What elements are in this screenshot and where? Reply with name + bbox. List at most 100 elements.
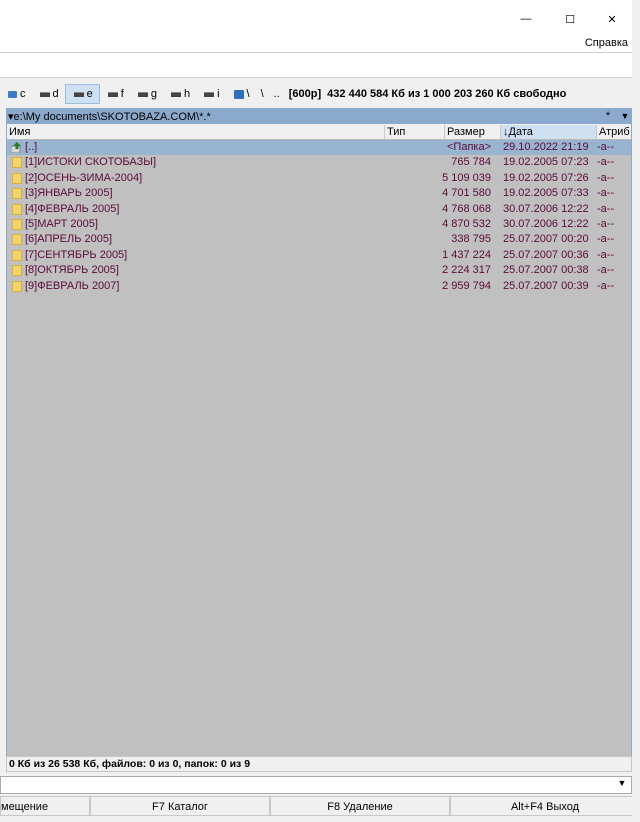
file-size: 4 768 068 (442, 202, 491, 215)
root-dir-button[interactable]: \ (256, 88, 269, 100)
file-size: 765 784 (451, 156, 491, 169)
drive-icon (8, 90, 17, 98)
file-date: 30.07.2006 12:22 (503, 202, 589, 215)
drive-button-c[interactable]: c (0, 84, 32, 104)
window-edge (632, 0, 640, 822)
folder-icon (12, 234, 22, 246)
command-line-input[interactable]: ▼ (0, 776, 632, 794)
file-date: 19.02.2005 07:33 (503, 187, 589, 200)
file-row[interactable]: [1]ИСТОКИ СКОТОБАЗЫ] 765 784 19.02.2005 07… (7, 155, 631, 170)
drive-letter: g (150, 88, 157, 100)
file-attr: -a-- (597, 141, 615, 153)
free-space-text: 432 440 584 Кб из 1 000 203 260 Кб свобо… (327, 88, 567, 100)
parent-dir-button[interactable]: .. (269, 88, 285, 100)
file-attr: -a-- (597, 171, 615, 184)
file-row[interactable]: [8]ОКТЯБРЬ 2005] 2 224 317 25.07.2007 00:3… (7, 263, 631, 278)
function-key-4[interactable]: Alt+F4 Выход (450, 796, 640, 816)
drive-letter: h (183, 88, 191, 100)
file-attr: -a-- (597, 264, 615, 277)
file-name: [7]СЕНТЯБРЬ 2005] (25, 248, 128, 261)
minimize-icon: — (520, 13, 532, 25)
file-name: [4]ФЕВРАЛЬ 2005] (25, 202, 120, 215)
file-row[interactable]: [2]ОСЕНЬ-ЗИМА-2004] 5 109 039 19.02.2005 0… (7, 171, 631, 186)
status-bar: 0 Кб из 26 538 Кб, файлов: 0 из 0, папок… (6, 756, 632, 772)
file-row[interactable]: [3]ЯНВАРЬ 2005] 4 701 580 19.02.2005 07:33… (7, 186, 631, 201)
column-header-size[interactable]: Размер (445, 125, 501, 139)
file-name: [8]ОКТЯБРЬ 2005] (25, 264, 119, 277)
file-panel[interactable]: Имя Тип Размер ↓Дата Атриб [..] <Папка> 29… (6, 124, 632, 756)
folder-icon (12, 203, 22, 215)
file-name: [2]ОСЕНЬ-ЗИМА-2004] (25, 171, 143, 184)
path-bar[interactable]: ▾e:\My documents\SKOTOBAZA.COM\*.* * ▼ (6, 108, 632, 124)
drive-letter: e (86, 88, 93, 100)
function-key-1[interactable]: мещение (0, 796, 90, 816)
column-header-name[interactable]: Имя (7, 125, 385, 139)
close-button[interactable]: ✕ (592, 8, 632, 30)
file-row[interactable]: [4]ФЕВРАЛЬ 2005] 4 768 068 30.07.2006 12:2… (7, 202, 631, 217)
folder-icon (12, 249, 22, 261)
file-row[interactable]: [5]МАРТ 2005] 4 870 532 30.07.2006 12:22 -a… (7, 217, 631, 232)
minimize-button[interactable]: — (506, 8, 546, 30)
drive-button-i[interactable]: i (196, 84, 225, 104)
file-date: 25.07.2007 00:20 (503, 233, 589, 246)
drive-letter: d (52, 88, 59, 100)
file-size: 338 795 (451, 233, 491, 246)
function-key-2[interactable]: F7 Каталог (90, 796, 270, 816)
file-name: [..] (25, 141, 38, 153)
maximize-button[interactable]: ☐ (550, 8, 590, 30)
drive-button-f[interactable]: f (100, 84, 130, 104)
drive-icon (137, 91, 148, 97)
file-size: 1 437 224 (442, 248, 491, 261)
history-dropdown-icon[interactable]: ▼ (618, 111, 632, 121)
folder-icon (12, 219, 22, 230)
file-attr: -a-- (597, 156, 615, 169)
file-row[interactable]: [..] <Папка> 29.10.2022 21:19 -a-- (7, 140, 631, 155)
file-row[interactable]: [9]ФЕВРАЛЬ 2007] 2 959 794 25.07.2007 00:3… (7, 279, 631, 294)
network-label: \ (246, 88, 250, 100)
column-header-type[interactable]: Тип (385, 125, 445, 139)
file-name: [6]АПРЕЛЬ 2005] (25, 233, 113, 246)
drive-icon (204, 91, 215, 97)
folder-icon (12, 265, 22, 277)
file-size: 2 224 317 (442, 264, 491, 277)
drive-letter: f (120, 88, 124, 100)
title-bar: — ☐ ✕ (0, 0, 640, 36)
volume-label: [600p] (288, 88, 322, 100)
folder-icon (12, 172, 22, 184)
file-size: 2 959 794 (442, 279, 491, 292)
file-date: 29.10.2022 21:19 (503, 141, 589, 153)
file-size: 4 701 580 (442, 187, 491, 200)
maximize-icon: ☐ (565, 13, 575, 26)
file-date: 19.02.2005 07:23 (503, 156, 589, 169)
file-name: [9]ФЕВРАЛЬ 2007] (25, 279, 120, 292)
current-path: ▾e:\My documents\SKOTOBAZA.COM\*.* (8, 110, 211, 123)
drive-buttons: c d e f g h i (0, 84, 226, 104)
folder-icon (12, 280, 22, 292)
file-attr: -a-- (597, 248, 615, 261)
file-size: <Папка> (447, 141, 491, 153)
drive-button-d[interactable]: d (32, 84, 65, 104)
menu-bar: Справка (0, 36, 640, 52)
drive-button-e[interactable]: e (64, 84, 100, 104)
network-drive-button[interactable]: \ (226, 84, 256, 104)
file-attr: -a-- (597, 202, 615, 215)
file-row[interactable]: [7]СЕНТЯБРЬ 2005] 1 437 224 25.07.2007 00:… (7, 248, 631, 263)
folder-icon (12, 188, 22, 200)
file-name: [3]ЯНВАРЬ 2005] (25, 187, 113, 200)
drive-icon (107, 91, 118, 97)
menu-item-help[interactable]: Справка (585, 37, 628, 49)
filter-button[interactable]: * (598, 110, 618, 122)
file-date: 30.07.2006 12:22 (503, 218, 589, 230)
file-attr: -a-- (597, 233, 615, 246)
file-attr: -a-- (597, 218, 615, 230)
command-history-icon[interactable]: ▼ (615, 778, 629, 788)
file-name: [1]ИСТОКИ СКОТОБАЗЫ] (25, 156, 157, 169)
file-row[interactable]: [6]АПРЕЛЬ 2005] 338 795 25.07.2007 00:20 -a… (7, 232, 631, 247)
function-key-3[interactable]: F8 Удаление (270, 796, 450, 816)
column-header-date[interactable]: ↓Дата (501, 125, 597, 139)
file-date: 25.07.2007 00:38 (503, 264, 589, 277)
column-header-attr[interactable]: Атриб (597, 125, 631, 139)
file-attr: -a-- (597, 187, 615, 200)
drive-button-g[interactable]: g (130, 84, 163, 104)
drive-button-h[interactable]: h (163, 84, 196, 104)
